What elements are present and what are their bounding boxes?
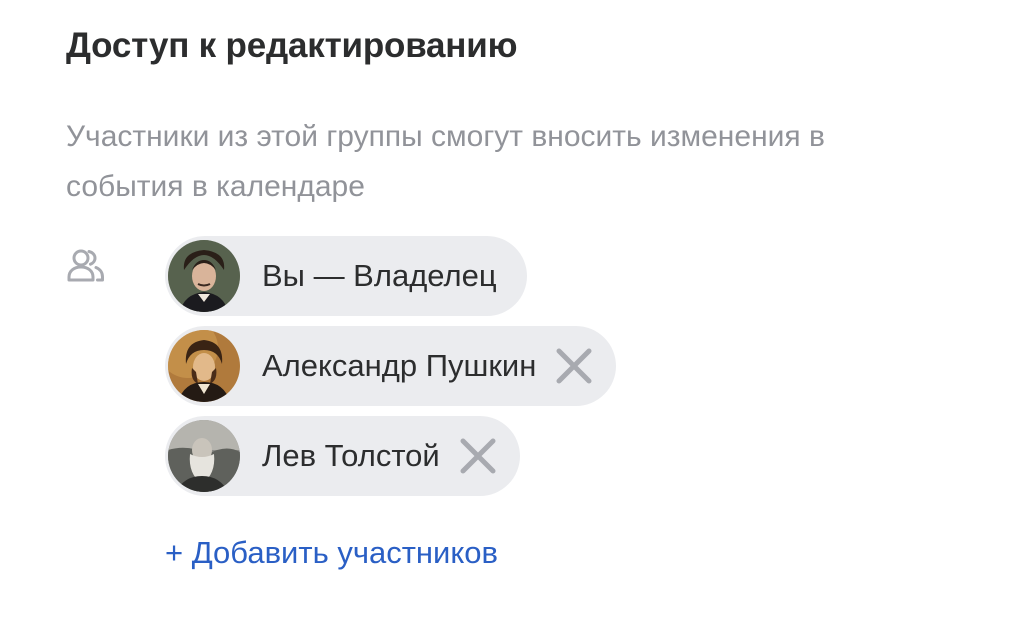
member-chip: Лев Толстой [165, 416, 520, 496]
avatar [168, 330, 240, 402]
member-list: Вы — Владелец Александр Пушкин Лев Толст… [165, 236, 617, 506]
member-name: Александр Пушкин [262, 348, 537, 383]
section-title: Доступ к редактированию [66, 26, 518, 65]
avatar [168, 420, 240, 492]
add-members-link[interactable]: + Добавить участников [165, 535, 498, 571]
remove-member-button[interactable] [554, 346, 594, 386]
remove-member-button[interactable] [458, 436, 498, 476]
member-chip-owner: Вы — Владелец [165, 236, 527, 316]
people-icon [66, 246, 106, 286]
member-name: Вы — Владелец [262, 258, 497, 293]
section-description: Участники из этой группы смогут вносить … [66, 120, 825, 203]
close-icon [556, 348, 592, 384]
avatar [168, 240, 240, 312]
member-chip: Александр Пушкин [165, 326, 617, 406]
member-name: Лев Толстой [262, 438, 440, 473]
close-icon [460, 438, 496, 474]
